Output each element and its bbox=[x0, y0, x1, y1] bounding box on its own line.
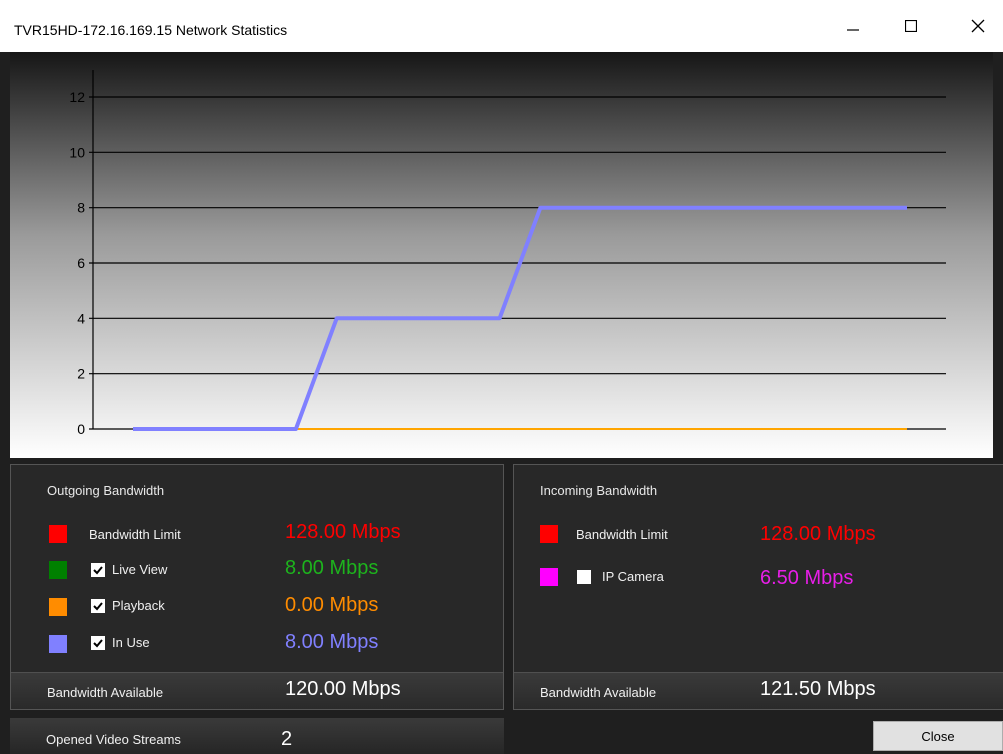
minimize-icon bbox=[847, 29, 859, 31]
title-bar: TVR15HD-172.16.169.15 Network Statistics bbox=[0, 0, 1003, 52]
outgoing-available-value: 120.00 Mbps bbox=[285, 678, 401, 700]
incoming-available-bar: Bandwidth Available 121.50 Mbps bbox=[514, 672, 1003, 709]
outgoing-available-bar: Bandwidth Available 120.00 Mbps bbox=[11, 672, 503, 709]
live-view-label: Live View bbox=[112, 562, 168, 577]
incoming-bandwidth-panel: Incoming Bandwidth Bandwidth Limit 128.0… bbox=[513, 464, 1003, 710]
live-view-checkbox[interactable] bbox=[91, 563, 105, 577]
close-button[interactable]: Close bbox=[873, 721, 1003, 751]
checkmark-icon bbox=[93, 602, 103, 611]
y-tick-label: 6 bbox=[77, 255, 85, 271]
ip-camera-value: 6.50 Mbps bbox=[760, 567, 854, 589]
opened-streams-bar: Opened Video Streams 2 bbox=[10, 718, 504, 754]
in-use-swatch bbox=[49, 635, 67, 653]
in-use-label: In Use bbox=[112, 635, 150, 650]
y-tick-label: 8 bbox=[77, 200, 85, 216]
maximize-button[interactable] bbox=[888, 0, 934, 52]
close-window-button[interactable] bbox=[955, 0, 1001, 52]
outgoing-title: Outgoing Bandwidth bbox=[47, 483, 165, 498]
y-tick-label: 4 bbox=[77, 310, 85, 326]
playback-checkbox[interactable] bbox=[91, 599, 105, 613]
ip-camera-label: IP Camera bbox=[602, 569, 664, 584]
outgoing-limit-swatch bbox=[49, 525, 67, 543]
in-use-checkbox[interactable] bbox=[91, 636, 105, 650]
minimize-button[interactable] bbox=[830, 0, 876, 52]
y-tick-label: 12 bbox=[69, 89, 85, 105]
playback-swatch bbox=[49, 598, 67, 616]
chart-svg: 0 2 4 6 8 10 12 bbox=[10, 52, 993, 458]
bandwidth-chart: 0 2 4 6 8 10 12 bbox=[10, 52, 993, 458]
in-use-value: 8.00 Mbps bbox=[285, 631, 379, 653]
playback-value: 0.00 Mbps bbox=[285, 594, 379, 616]
close-icon bbox=[971, 19, 985, 33]
window-title: TVR15HD-172.16.169.15 Network Statistics bbox=[14, 22, 288, 38]
maximize-icon bbox=[905, 20, 917, 32]
outgoing-available-label: Bandwidth Available bbox=[47, 685, 164, 700]
outgoing-limit-label: Bandwidth Limit bbox=[89, 527, 181, 542]
incoming-limit-label: Bandwidth Limit bbox=[576, 527, 668, 542]
opened-streams-value: 2 bbox=[281, 728, 293, 750]
opened-streams-label: Opened Video Streams bbox=[46, 732, 181, 747]
outgoing-limit-value: 128.00 Mbps bbox=[285, 521, 401, 543]
playback-label: Playback bbox=[112, 598, 165, 613]
incoming-title: Incoming Bandwidth bbox=[540, 483, 658, 498]
incoming-limit-value: 128.00 Mbps bbox=[760, 523, 876, 545]
incoming-available-value: 121.50 Mbps bbox=[760, 678, 876, 700]
incoming-available-label: Bandwidth Available bbox=[540, 685, 657, 700]
y-tick-label: 2 bbox=[77, 366, 85, 382]
checkmark-icon bbox=[93, 639, 103, 648]
incoming-limit-swatch bbox=[540, 525, 558, 543]
checkmark-icon bbox=[93, 566, 103, 575]
live-view-swatch bbox=[49, 561, 67, 579]
live-view-value: 8.00 Mbps bbox=[285, 557, 379, 579]
y-tick-label: 10 bbox=[69, 144, 85, 160]
outgoing-bandwidth-panel: Outgoing Bandwidth Bandwidth Limit 128.0… bbox=[10, 464, 504, 710]
ip-camera-checkbox[interactable] bbox=[577, 570, 591, 584]
ip-camera-swatch bbox=[540, 568, 558, 586]
y-tick-label: 0 bbox=[77, 421, 85, 437]
